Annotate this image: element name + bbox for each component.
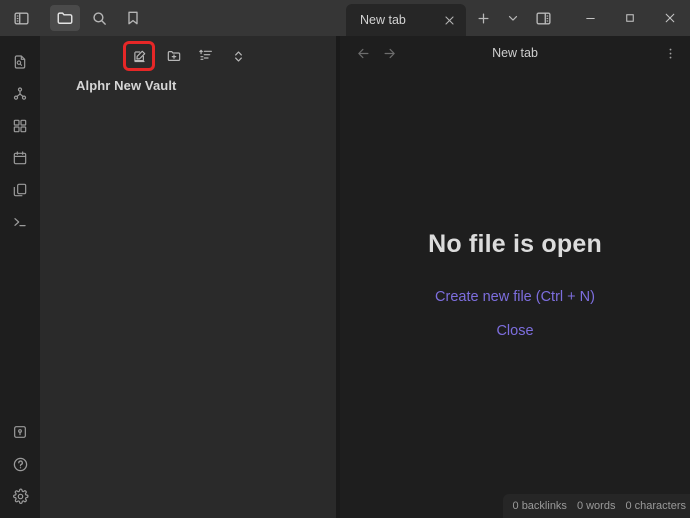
view-options-menu-button[interactable] [658, 40, 682, 66]
window-controls [570, 0, 690, 36]
toggle-right-sidebar-button[interactable] [528, 3, 558, 33]
backlinks-count[interactable]: 0 backlinks [513, 500, 567, 512]
new-folder-icon [166, 48, 182, 64]
copy-pages-icon [12, 182, 28, 198]
tab-list-button[interactable] [498, 3, 528, 33]
close-link[interactable]: Close [496, 323, 533, 339]
new-tab-button[interactable] [468, 3, 498, 33]
calendar-icon [12, 150, 28, 166]
collapse-all-button[interactable] [224, 43, 252, 69]
tab-label: New tab [360, 13, 406, 27]
view-header: New tab [340, 36, 690, 70]
sidebar-toggle-icon [13, 10, 30, 27]
canvas-grid-icon [12, 118, 28, 134]
window-close-button[interactable] [650, 0, 690, 36]
status-bar: 0 backlinks 0 words 0 characters [502, 494, 690, 518]
rail-top-group [5, 36, 35, 238]
ribbon-bookmarks-button[interactable] [118, 5, 148, 31]
new-note-pencil-icon [132, 49, 147, 64]
vault-icon [12, 424, 28, 440]
maximize-icon [624, 12, 636, 24]
file-search-icon [12, 54, 28, 70]
ribbon-file-explorer-button[interactable] [50, 5, 80, 31]
tab-strip: New tab [340, 0, 690, 36]
collapse-expand-icon [231, 49, 246, 64]
vault-name[interactable]: Alphr New Vault [40, 76, 336, 93]
character-count[interactable]: 0 characters [625, 500, 686, 512]
rail-item-settings[interactable] [5, 480, 35, 512]
folder-icon [56, 9, 74, 27]
empty-state-title: No file is open [428, 230, 602, 258]
gear-icon [12, 488, 29, 505]
create-new-file-link[interactable]: Create new file (Ctrl + N) [435, 289, 595, 305]
more-vertical-icon [663, 46, 678, 61]
navigate-back-button[interactable] [350, 40, 376, 66]
ribbon-search-button[interactable] [84, 5, 114, 31]
tab-strip-actions [468, 0, 558, 36]
change-sort-order-button[interactable] [192, 43, 220, 69]
rail-item-templates[interactable] [5, 174, 35, 206]
close-icon [663, 11, 677, 25]
window-maximize-button[interactable] [610, 0, 650, 36]
rail-item-quick-switcher[interactable] [5, 46, 35, 78]
word-count[interactable]: 0 words [577, 500, 616, 512]
rail-item-help[interactable] [5, 448, 35, 480]
ribbon-bar [0, 0, 340, 36]
rail-item-daily-note[interactable] [5, 142, 35, 174]
left-icon-rail [0, 36, 40, 518]
chevron-down-icon [506, 11, 520, 25]
arrow-left-icon [356, 46, 371, 61]
tab-new-tab[interactable]: New tab [346, 4, 466, 36]
navigate-forward-button[interactable] [376, 40, 402, 66]
graph-icon [12, 86, 28, 102]
new-note-button[interactable] [123, 41, 155, 71]
rail-item-canvas[interactable] [5, 110, 35, 142]
empty-state: No file is open Create new file (Ctrl + … [340, 70, 690, 490]
help-circle-icon [12, 456, 29, 473]
file-explorer-toolbar [40, 36, 336, 76]
arrow-right-icon [382, 46, 397, 61]
tab-close-button[interactable] [438, 9, 460, 31]
rail-item-graph-view[interactable] [5, 78, 35, 110]
window-minimize-button[interactable] [570, 0, 610, 36]
bookmark-icon [125, 10, 141, 26]
sort-icon [198, 48, 214, 64]
rail-bottom-group [0, 416, 40, 512]
rail-item-terminal[interactable] [5, 206, 35, 238]
main-workspace: New tab New tab No file is open Create n… [340, 0, 690, 518]
toggle-left-sidebar-button[interactable] [6, 5, 36, 31]
plus-icon [476, 11, 491, 26]
terminal-icon [12, 214, 28, 230]
rail-item-open-vault[interactable] [5, 416, 35, 448]
file-explorer-pane: Alphr New Vault [40, 36, 336, 518]
search-icon [91, 10, 108, 27]
new-folder-button[interactable] [160, 43, 188, 69]
right-sidebar-icon [535, 10, 552, 27]
minimize-icon [584, 12, 597, 25]
obsidian-window: Alphr New Vault New tab New tab No file … [0, 0, 690, 518]
